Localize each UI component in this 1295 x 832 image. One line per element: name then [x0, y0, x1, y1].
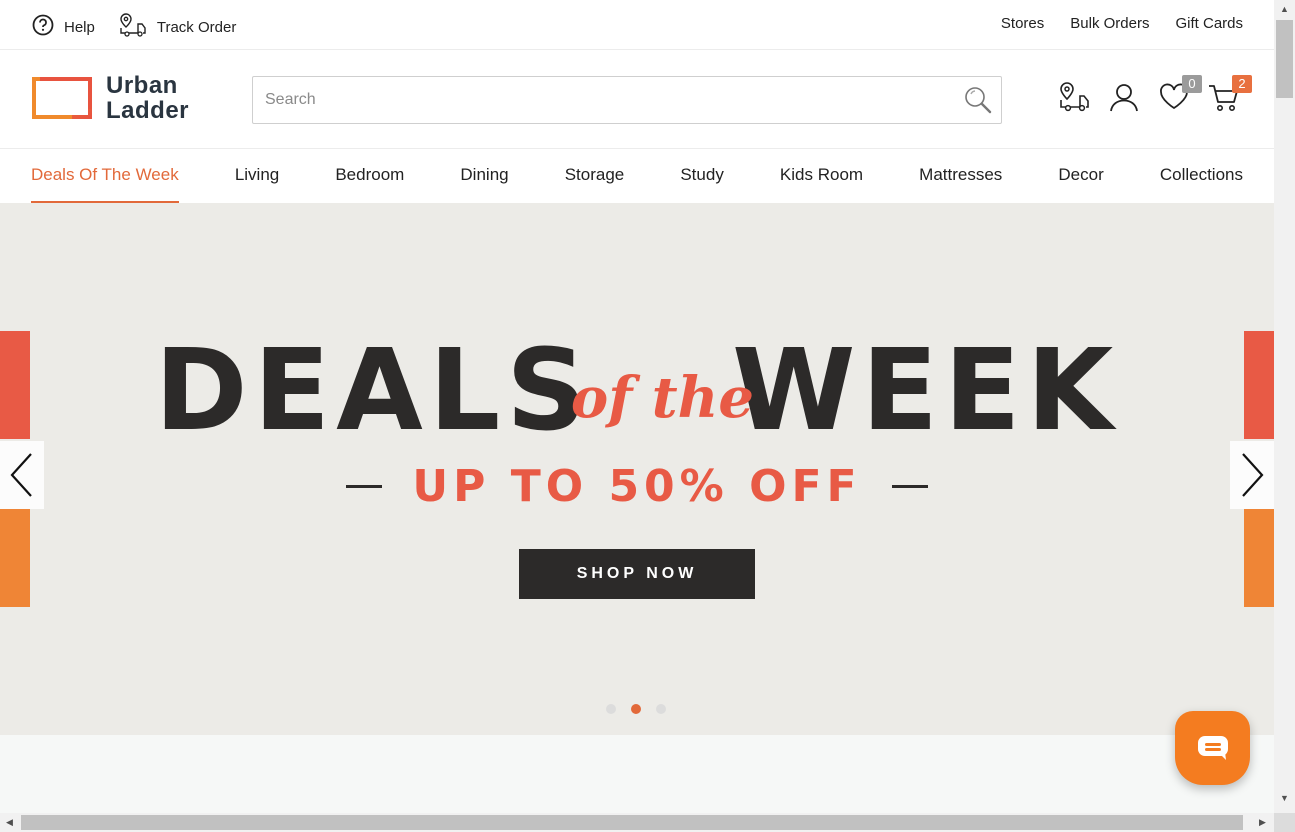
utility-bar: Help Track Order Stores Bulk Orders Gift…: [0, 0, 1274, 50]
help-link[interactable]: Help: [32, 14, 95, 40]
utility-right: Stores Bulk Orders Gift Cards: [1001, 15, 1243, 32]
header-icons: 0 2: [1058, 75, 1252, 115]
hero-title-script: of the: [570, 365, 754, 431]
horizontal-scroll-thumb[interactable]: [21, 815, 1243, 830]
help-icon: [32, 14, 54, 40]
logo-line1: Urban: [106, 72, 178, 99]
account-icon[interactable]: [1108, 81, 1140, 115]
logo-line2: Ladder: [106, 97, 190, 124]
hero-title-left: DEALS: [154, 326, 593, 456]
carousel-dot[interactable]: [606, 704, 616, 714]
hero-dash-right: [891, 485, 928, 488]
vertical-scroll-thumb[interactable]: [1276, 20, 1293, 98]
shop-now-button[interactable]: SHOP NOW: [519, 549, 755, 599]
scroll-down-icon[interactable]: ▼: [1280, 793, 1289, 803]
utility-left: Help Track Order: [32, 12, 236, 42]
search-input[interactable]: [253, 77, 943, 123]
hero-title: DEALSof theWEEK: [0, 331, 1274, 451]
chevron-right-icon: [1242, 453, 1264, 497]
nav-kids-room[interactable]: Kids Room: [780, 150, 863, 203]
nav-bedroom[interactable]: Bedroom: [335, 150, 404, 203]
wishlist-icon[interactable]: 0: [1158, 75, 1202, 115]
wishlist-count-badge: 0: [1182, 75, 1202, 93]
bulk-orders-link[interactable]: Bulk Orders: [1070, 15, 1149, 32]
horizontal-scrollbar[interactable]: ◀ ▶: [0, 813, 1274, 832]
carousel-dots: [606, 704, 666, 714]
search-box: [252, 76, 1002, 124]
logo-mark-icon: [32, 76, 92, 120]
hero-dash-left: [346, 485, 383, 488]
nav-storage[interactable]: Storage: [565, 150, 625, 203]
chat-widget-button[interactable]: [1175, 711, 1250, 785]
category-nav-list: Deals Of The Week Living Bedroom Dining …: [0, 150, 1274, 203]
hero-title-right: WEEK: [732, 326, 1120, 456]
nav-deals-of-the-week[interactable]: Deals Of The Week: [31, 150, 179, 203]
logo[interactable]: Urban Ladder: [32, 73, 189, 123]
track-order-link[interactable]: Track Order: [119, 12, 236, 42]
chat-bubble-icon: [1197, 736, 1228, 760]
scroll-up-icon[interactable]: ▲: [1280, 4, 1289, 14]
nav-study[interactable]: Study: [680, 150, 723, 203]
content-area: [0, 735, 1274, 813]
category-nav: Deals Of The Week Living Bedroom Dining …: [0, 150, 1274, 203]
cart-count-badge: 2: [1232, 75, 1252, 93]
help-label: Help: [64, 18, 95, 36]
truck-pin-icon: [119, 12, 147, 42]
search-icon[interactable]: [963, 85, 993, 115]
vertical-scrollbar[interactable]: ▲ ▼: [1274, 0, 1295, 813]
nav-dining[interactable]: Dining: [460, 150, 508, 203]
carousel-prev-button[interactable]: [0, 441, 44, 509]
scroll-left-icon[interactable]: ◀: [6, 817, 13, 828]
logo-text: Urban Ladder: [106, 73, 189, 123]
hero-subtitle: UP TO 50% OFF: [0, 461, 1274, 512]
stores-link[interactable]: Stores: [1001, 15, 1044, 32]
carousel-next-button[interactable]: [1230, 441, 1274, 509]
nav-mattresses[interactable]: Mattresses: [919, 150, 1002, 203]
carousel-dot-active[interactable]: [631, 704, 641, 714]
chevron-left-icon: [10, 453, 32, 497]
site-header: Urban Ladder 0 2: [0, 51, 1274, 149]
nav-collections[interactable]: Collections: [1160, 150, 1243, 203]
hero-banner[interactable]: DEALSof theWEEK UP TO 50% OFF SHOP NOW: [0, 203, 1274, 735]
track-order-label: Track Order: [156, 18, 237, 36]
gift-cards-link[interactable]: Gift Cards: [1175, 15, 1243, 32]
nav-living[interactable]: Living: [235, 150, 279, 203]
carousel-dot[interactable]: [656, 704, 666, 714]
nav-decor[interactable]: Decor: [1058, 150, 1103, 203]
hero-discount-text: UP TO 50% OFF: [412, 461, 862, 512]
track-order-icon[interactable]: [1058, 81, 1090, 115]
scrollbar-corner: [1274, 813, 1295, 832]
cart-icon[interactable]: 2: [1208, 75, 1252, 115]
scroll-right-icon[interactable]: ▶: [1259, 817, 1266, 828]
